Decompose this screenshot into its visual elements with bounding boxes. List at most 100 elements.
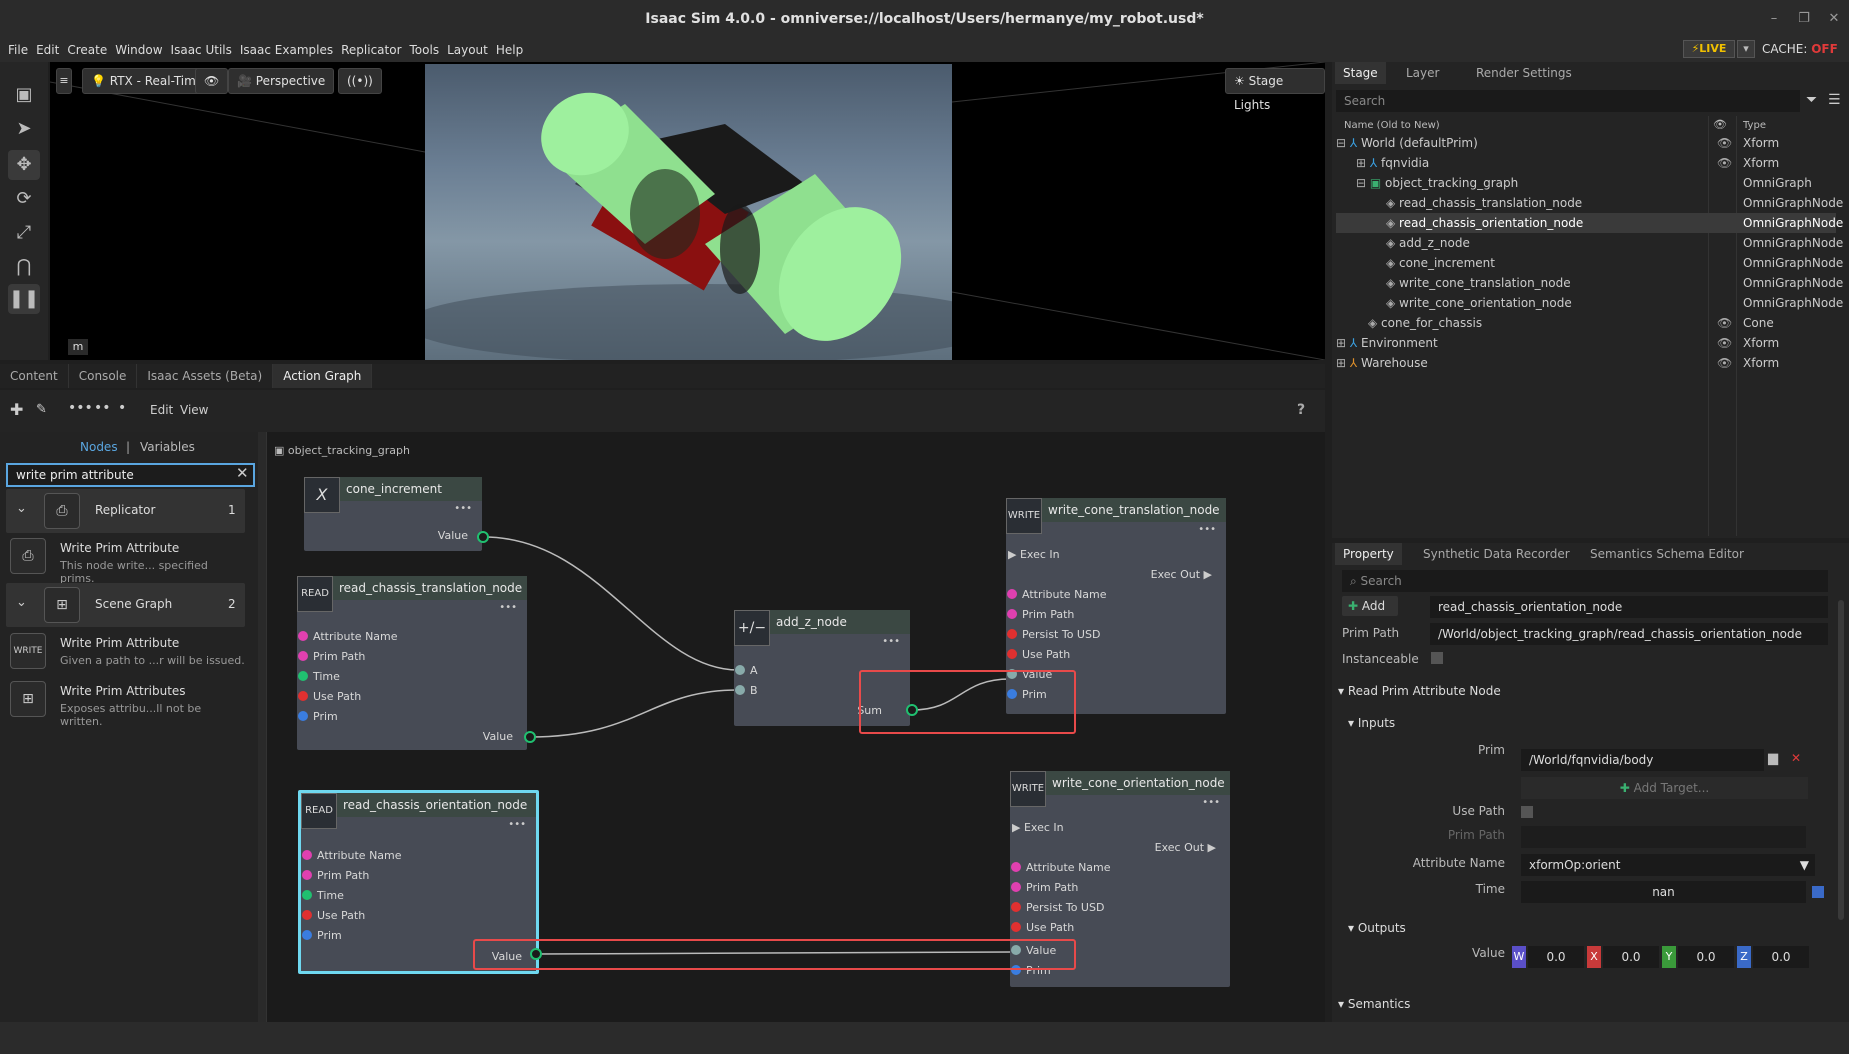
- live-dropdown-icon[interactable]: ▾: [1737, 40, 1755, 58]
- menu-isaac-utils[interactable]: Isaac Utils: [171, 43, 232, 57]
- node-cone-increment[interactable]: cone_increment X ••• Value: [304, 477, 482, 551]
- stage-search-input[interactable]: Search: [1336, 90, 1800, 112]
- tab-action-graph[interactable]: Action Graph: [273, 364, 373, 388]
- tab-synthetic-data-recorder[interactable]: Synthetic Data Recorder: [1415, 543, 1578, 565]
- node-menu-icon[interactable]: •••: [882, 636, 900, 647]
- node-menu-icon[interactable]: •••: [454, 503, 472, 514]
- menu-replicator[interactable]: Replicator: [341, 43, 401, 57]
- help-icon[interactable]: ?: [1297, 402, 1305, 418]
- time-field[interactable]: nan: [1521, 881, 1806, 903]
- value-x-field[interactable]: 0.0: [1603, 946, 1659, 968]
- filter-icon[interactable]: ⏷: [1806, 92, 1817, 108]
- menu-create[interactable]: Create: [67, 43, 107, 57]
- cube-icon[interactable]: ▣: [8, 80, 40, 110]
- close-button[interactable]: ✕: [1819, 0, 1849, 38]
- graph-view-menu[interactable]: View: [180, 403, 208, 417]
- pause-icon[interactable]: ❚❚: [8, 284, 40, 314]
- options-menu-icon[interactable]: ☰: [1828, 92, 1841, 108]
- graph-edit-menu[interactable]: Edit: [150, 403, 173, 417]
- node-result-item[interactable]: ⎙ Write Prim Attribute This node write..…: [6, 533, 245, 585]
- tab-property[interactable]: Property: [1335, 543, 1402, 565]
- folder-icon[interactable]: ▆: [1768, 751, 1778, 766]
- viewport[interactable]: ≡ 💡 RTX - Real-Time 👁 🎥 Perspective ((•)…: [50, 62, 1325, 360]
- add-target-button[interactable]: ✚ Add Target...: [1521, 777, 1808, 799]
- rotate-icon[interactable]: ⟳: [8, 184, 40, 214]
- menu-window[interactable]: Window: [115, 43, 162, 57]
- value-y-field[interactable]: 0.0: [1678, 946, 1734, 968]
- instanceable-checkbox[interactable]: [1431, 652, 1443, 664]
- align-icon[interactable]: ••: [94, 400, 111, 416]
- output-pin[interactable]: [524, 731, 536, 743]
- column-type-header[interactable]: Type: [1743, 120, 1766, 131]
- graph-breadcrumb[interactable]: ▣ object_tracking_graph: [274, 444, 410, 457]
- dot-icon[interactable]: •: [118, 400, 126, 416]
- node-result-item[interactable]: ⊞ Write Prim Attributes Exposes attribu.…: [6, 676, 245, 728]
- tree-row-warehouse[interactable]: ⊞ ⅄ Warehouse 👁 Xform: [1336, 353, 1836, 373]
- settings-sliders-icon[interactable]: ≡: [56, 68, 72, 94]
- nodes-tab[interactable]: Nodes: [80, 440, 118, 454]
- minimize-button[interactable]: –: [1759, 0, 1789, 38]
- visibility-eye-icon[interactable]: 👁: [1717, 153, 1732, 173]
- property-scrollbar[interactable]: [1838, 600, 1844, 920]
- visibility-eye-icon[interactable]: 👁: [1717, 133, 1732, 153]
- visibility-eye-icon[interactable]: 👁: [1717, 333, 1732, 353]
- tab-content[interactable]: Content: [0, 364, 69, 388]
- tree-row-graph-node[interactable]: ◈ write_cone_translation_node OmniGraphNo…: [1336, 273, 1843, 293]
- tree-row-world[interactable]: ⊟ ⅄ World (defaultPrim) 👁 Xform: [1336, 133, 1836, 153]
- node-menu-icon[interactable]: •••: [499, 602, 517, 613]
- menu-file[interactable]: File: [8, 43, 28, 57]
- category-scene-graph[interactable]: ⌄ ⊞ Scene Graph 2: [6, 583, 245, 627]
- add-icon[interactable]: ✚: [10, 400, 23, 419]
- pencil-icon[interactable]: ✎: [36, 402, 47, 417]
- snap-magnet-icon[interactable]: ⋂: [8, 252, 40, 282]
- clear-search-icon[interactable]: ✕: [236, 464, 249, 482]
- layout-icon[interactable]: •••: [68, 400, 93, 416]
- tab-console[interactable]: Console: [69, 364, 138, 388]
- tab-semantics-schema-editor[interactable]: Semantics Schema Editor: [1582, 543, 1752, 565]
- add-button[interactable]: ✚ Add: [1342, 596, 1398, 616]
- camera-menu[interactable]: 🎥 Perspective: [228, 68, 335, 94]
- broadcast-icon[interactable]: ((•)): [338, 68, 382, 94]
- live-toggle[interactable]: ⚡LIVE: [1683, 40, 1735, 58]
- section-outputs[interactable]: ▾ Outputs: [1348, 921, 1406, 935]
- output-pin[interactable]: [477, 531, 489, 543]
- tree-row-object-tracking-graph[interactable]: ⊟ ▣ object_tracking_graph OmniGraph: [1336, 173, 1836, 193]
- value-z-field[interactable]: 0.0: [1753, 946, 1809, 968]
- value-w-field[interactable]: 0.0: [1528, 946, 1584, 968]
- tree-row-cone[interactable]: ◈ cone_for_chassis 👁 Cone: [1336, 313, 1836, 333]
- menu-isaac-examples[interactable]: Isaac Examples: [240, 43, 333, 57]
- scale-icon[interactable]: ⤢: [8, 218, 40, 248]
- column-name-header[interactable]: Name (Old to New): [1344, 120, 1440, 131]
- section-semantics[interactable]: ▾ Semantics: [1338, 997, 1410, 1011]
- tab-isaac-assets[interactable]: Isaac Assets (Beta): [137, 364, 274, 388]
- move-icon[interactable]: ✥: [8, 150, 40, 180]
- eye-visibility-icon[interactable]: 👁: [195, 68, 229, 94]
- menu-edit[interactable]: Edit: [36, 43, 59, 57]
- property-search-input[interactable]: ⌕ Search: [1342, 570, 1828, 592]
- cache-status[interactable]: CACHE: OFF: [1762, 40, 1838, 58]
- node-menu-icon[interactable]: •••: [508, 819, 526, 830]
- node-result-item[interactable]: WRITE Write Prim Attribute Given a path …: [6, 628, 245, 674]
- panel-splitter[interactable]: [258, 432, 266, 1022]
- select-arrow-icon[interactable]: ➤: [8, 114, 40, 144]
- scene-render[interactable]: [405, 64, 1005, 360]
- prim-target-field[interactable]: /World/fqnvidia/body: [1521, 749, 1764, 771]
- renderer-menu[interactable]: 💡 RTX - Real-Time: [82, 68, 213, 94]
- prim-path-input-field[interactable]: [1521, 826, 1806, 848]
- section-inputs[interactable]: ▾ Inputs: [1348, 716, 1395, 730]
- prim-name-field[interactable]: read_chassis_orientation_node: [1430, 596, 1828, 618]
- tab-stage[interactable]: Stage: [1335, 62, 1386, 84]
- visibility-eye-icon[interactable]: 👁: [1717, 313, 1732, 333]
- visibility-eye-icon[interactable]: 👁: [1717, 353, 1732, 373]
- maximize-button[interactable]: ❐: [1789, 0, 1819, 38]
- menu-layout[interactable]: Layout: [447, 43, 488, 57]
- remove-target-icon[interactable]: ✕: [1791, 751, 1801, 765]
- time-default-indicator[interactable]: [1812, 886, 1824, 898]
- menu-help[interactable]: Help: [496, 43, 523, 57]
- tree-row-graph-node-selected[interactable]: ◈ read_chassis_orientation_node OmniGraph…: [1336, 213, 1843, 233]
- tree-row-graph-node[interactable]: ◈ read_chassis_translation_node OmniGraph…: [1336, 193, 1843, 213]
- prim-path-field[interactable]: /World/object_tracking_graph/read_chassi…: [1430, 623, 1828, 645]
- tree-row-graph-node[interactable]: ◈ cone_increment OmniGraphNode: [1336, 253, 1843, 273]
- node-menu-icon[interactable]: •••: [1202, 797, 1220, 808]
- stage-lights-menu[interactable]: ☀ Stage Lights: [1225, 68, 1325, 112]
